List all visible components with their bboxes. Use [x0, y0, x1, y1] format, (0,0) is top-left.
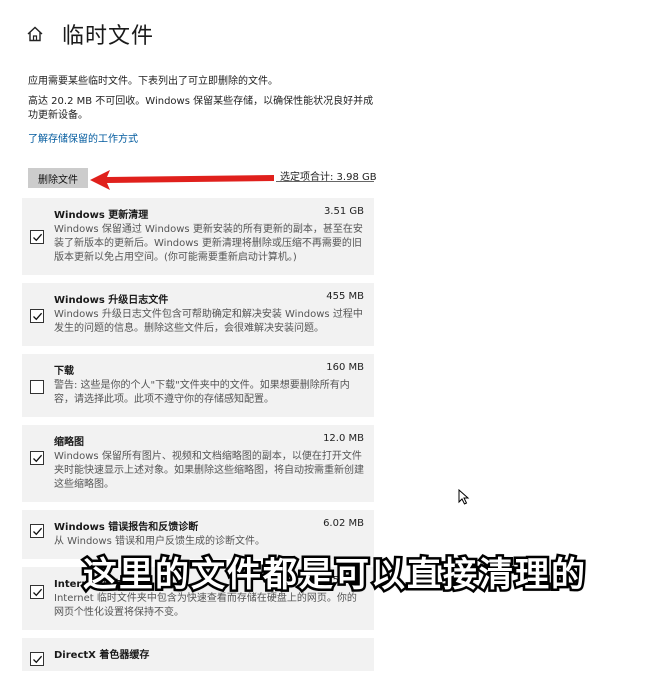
red-arrow-annotation — [90, 170, 274, 190]
check-icon — [33, 233, 43, 242]
item-size: 12.0 MB — [323, 433, 364, 444]
item-name: Windows 升级日志文件 — [54, 295, 169, 306]
item-checkbox[interactable] — [30, 524, 44, 538]
item-checkbox[interactable] — [30, 380, 44, 394]
list-item[interactable]: DirectX 着色器缓存 — [22, 638, 374, 671]
reserved-storage-text: 高达 20.2 MB 不可回收。Windows 保留某些存储，以确保性能状况良好… — [28, 96, 374, 121]
list-item[interactable]: 缩略图 12.0 MB Windows 保留所有图片、视频和文档缩略图的副本，以… — [22, 425, 374, 502]
item-description: Windows 保留通过 Windows 更新安装的所有更新的副本，甚至在安装了… — [54, 224, 363, 263]
total-underline — [276, 181, 374, 182]
page-header: 临时文件 — [26, 18, 154, 50]
item-description: Windows 升级日志文件包含可帮助确定和解决安装 Windows 过程中发生… — [54, 309, 363, 334]
item-name: Windows 错误报告和反馈诊断 — [54, 522, 199, 533]
mouse-cursor-icon — [458, 489, 470, 505]
item-size: 160 MB — [326, 362, 364, 373]
check-icon — [33, 527, 43, 536]
item-name: 缩略图 — [54, 437, 84, 448]
item-name: 下载 — [54, 366, 74, 377]
item-size: 3.51 GB — [323, 206, 364, 217]
learn-storage-link[interactable]: 了解存储保留的工作方式 — [28, 130, 138, 145]
home-icon[interactable] — [26, 25, 44, 43]
check-icon — [33, 655, 43, 664]
temp-file-list: Windows 更新清理 3.51 GB Windows 保留通过 Window… — [22, 198, 374, 679]
list-item[interactable]: Windows 升级日志文件 455 MB Windows 升级日志文件包含可帮… — [22, 283, 374, 346]
delete-files-button[interactable]: 删除文件 — [28, 168, 88, 188]
item-size: 455 MB — [326, 291, 364, 302]
item-name: DirectX 着色器缓存 — [54, 650, 150, 661]
video-subtitle: 这里的文件都是可以直接清理的 — [81, 553, 588, 598]
list-item[interactable]: Windows 更新清理 3.51 GB Windows 保留通过 Window… — [22, 198, 374, 275]
item-description: 警告: 这些是你的个人"下载"文件夹中的文件。如果想要删除所有内容，请选择此项。… — [54, 380, 350, 405]
item-checkbox[interactable] — [30, 652, 44, 666]
item-size: 6.02 MB — [323, 518, 364, 529]
list-item[interactable]: 下载 160 MB 警告: 这些是你的个人"下载"文件夹中的文件。如果想要删除所… — [22, 354, 374, 417]
intro-text: 应用需要某些临时文件。下表列出了可立即删除的文件。 — [28, 76, 278, 87]
item-name: Windows 更新清理 — [54, 210, 149, 221]
item-description: Windows 保留所有图片、视频和文档缩略图的副本，以便在打开文件夹时能快速显… — [54, 451, 364, 490]
item-checkbox[interactable] — [30, 309, 44, 323]
item-description: Internet 临时文件夹中包含为快速查看而存储在硬盘上的网页。你的网页个性化… — [54, 593, 357, 618]
check-icon — [33, 312, 43, 321]
item-checkbox[interactable] — [30, 230, 44, 244]
item-checkbox[interactable] — [30, 451, 44, 465]
page-title: 临时文件 — [62, 24, 155, 49]
check-icon — [33, 454, 43, 463]
